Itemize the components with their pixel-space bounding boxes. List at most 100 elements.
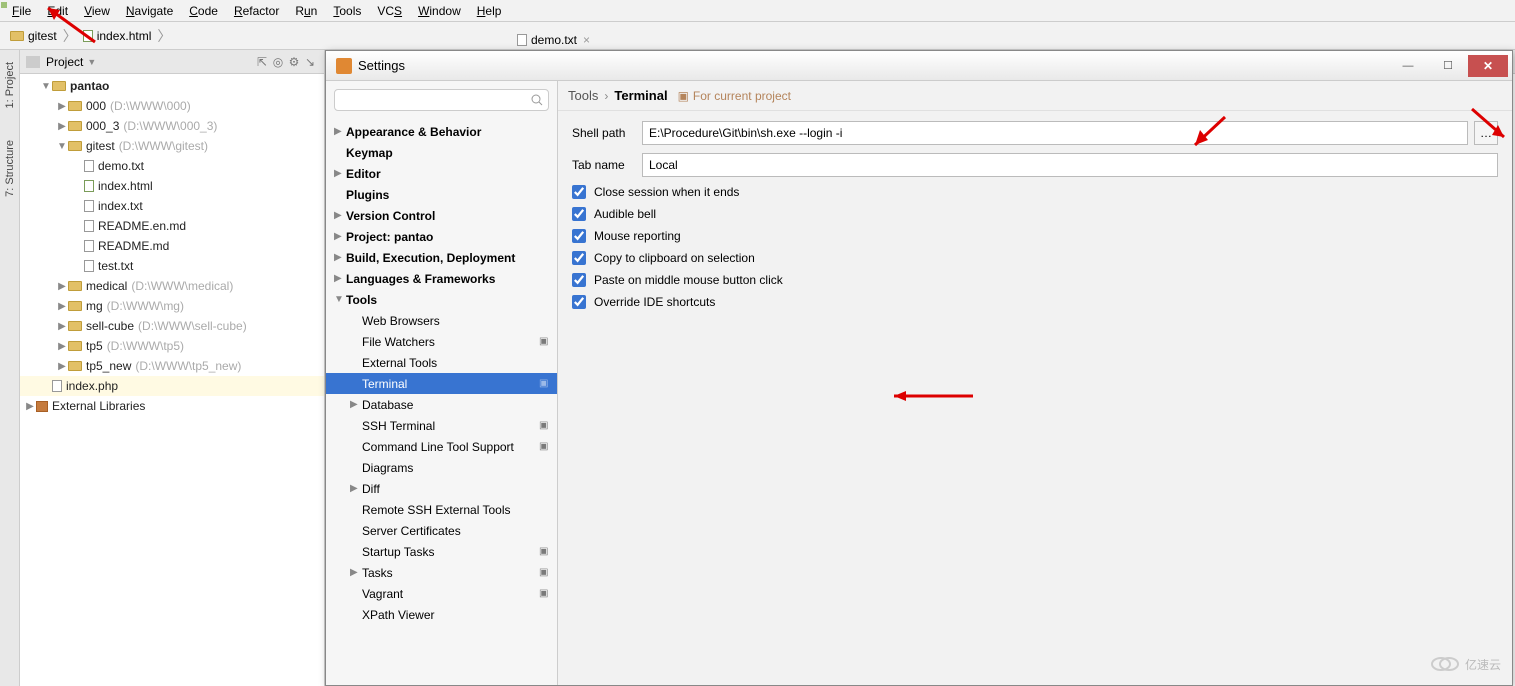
settings-nav-item[interactable]: Keymap: [326, 142, 557, 163]
chevron-right-icon[interactable]: ▶: [334, 210, 346, 221]
chevron-right-icon[interactable]: ▶: [24, 401, 36, 412]
settings-nav-item[interactable]: Terminal▣: [326, 373, 557, 394]
chevron-right-icon[interactable]: ▶: [350, 483, 362, 494]
settings-nav-item[interactable]: ▶Diff: [326, 478, 557, 499]
dialog-title-bar[interactable]: Settings: [326, 51, 1512, 81]
chevron-right-icon[interactable]: ▶: [56, 121, 68, 132]
settings-nav-item[interactable]: Server Certificates: [326, 520, 557, 541]
tree-item[interactable]: README.md: [20, 236, 324, 256]
menu-code[interactable]: Code: [181, 2, 226, 20]
checkbox-input[interactable]: [572, 273, 586, 287]
gear-icon[interactable]: ⚙: [286, 54, 302, 70]
tree-item[interactable]: ▶sell-cube(D:\WWW\sell-cube): [20, 316, 324, 336]
menu-edit[interactable]: Edit: [39, 2, 76, 20]
chevron-right-icon[interactable]: ▶: [334, 273, 346, 284]
chevron-down-icon[interactable]: ▼: [334, 294, 346, 305]
tree-item[interactable]: ▶tp5(D:\WWW\tp5): [20, 336, 324, 356]
tool-tab-project[interactable]: 1: Project: [2, 56, 18, 114]
settings-nav-item[interactable]: Plugins: [326, 184, 557, 205]
checkbox-row[interactable]: Mouse reporting: [572, 229, 1498, 243]
tree-item[interactable]: ▶medical(D:\WWW\medical): [20, 276, 324, 296]
chevron-right-icon[interactable]: ▶: [350, 567, 362, 578]
settings-nav-item[interactable]: ▶Tasks▣: [326, 562, 557, 583]
menu-refactor[interactable]: Refactor: [226, 2, 287, 20]
settings-nav-item[interactable]: ▶Project: pantao: [326, 226, 557, 247]
checkbox-input[interactable]: [572, 251, 586, 265]
settings-nav-item[interactable]: Vagrant▣: [326, 583, 557, 604]
browse-button[interactable]: …: [1474, 121, 1498, 145]
chevron-right-icon[interactable]: ▶: [56, 341, 68, 352]
menu-run[interactable]: Run: [287, 2, 325, 20]
checkbox-row[interactable]: Copy to clipboard on selection: [572, 251, 1498, 265]
checkbox-input[interactable]: [572, 185, 586, 199]
settings-nav-item[interactable]: ▶Database: [326, 394, 557, 415]
close-icon[interactable]: ×: [583, 33, 590, 47]
checkbox-input[interactable]: [572, 229, 586, 243]
collapse-all-icon[interactable]: ⇱: [254, 54, 270, 70]
chevron-down-icon[interactable]: ▼: [56, 141, 68, 152]
settings-nav-item[interactable]: Command Line Tool Support▣: [326, 436, 557, 457]
settings-nav-item[interactable]: ▶Appearance & Behavior: [326, 121, 557, 142]
shell-path-input[interactable]: [642, 121, 1468, 145]
checkbox-row[interactable]: Close session when it ends: [572, 185, 1498, 199]
chevron-right-icon[interactable]: ▶: [56, 321, 68, 332]
dropdown-icon[interactable]: ▼: [87, 57, 96, 67]
breadcrumb-file[interactable]: index.html: [79, 29, 156, 43]
menu-vcs[interactable]: VCS: [369, 2, 410, 20]
settings-nav-item[interactable]: Startup Tasks▣: [326, 541, 557, 562]
settings-nav-item[interactable]: ▶Languages & Frameworks: [326, 268, 557, 289]
settings-nav-item[interactable]: XPath Viewer: [326, 604, 557, 625]
tree-item[interactable]: demo.txt: [20, 156, 324, 176]
checkbox-row[interactable]: Override IDE shortcuts: [572, 295, 1498, 309]
crumb-tools[interactable]: Tools: [568, 88, 598, 103]
settings-nav-item[interactable]: File Watchers▣: [326, 331, 557, 352]
settings-nav-item[interactable]: Remote SSH External Tools: [326, 499, 557, 520]
tree-item[interactable]: ▶000(D:\WWW\000): [20, 96, 324, 116]
hide-icon[interactable]: ↘: [302, 54, 318, 70]
settings-nav-item[interactable]: ▼Tools: [326, 289, 557, 310]
settings-nav-item[interactable]: External Tools: [326, 352, 557, 373]
checkbox-input[interactable]: [572, 295, 586, 309]
chevron-right-icon[interactable]: ▶: [334, 231, 346, 242]
project-panel-title[interactable]: Project: [46, 55, 83, 69]
chevron-right-icon[interactable]: ▶: [334, 126, 346, 137]
tree-item[interactable]: ▶mg(D:\WWW\mg): [20, 296, 324, 316]
menu-file[interactable]: File: [4, 2, 39, 20]
tree-item[interactable]: ▶External Libraries: [20, 396, 324, 416]
settings-nav-item[interactable]: ▶Version Control: [326, 205, 557, 226]
settings-nav-item[interactable]: Diagrams: [326, 457, 557, 478]
menu-tools[interactable]: Tools: [325, 2, 369, 20]
settings-nav-item[interactable]: ▶Editor: [326, 163, 557, 184]
minimize-button[interactable]: [1388, 55, 1428, 77]
checkbox-row[interactable]: Paste on middle mouse button click: [572, 273, 1498, 287]
tree-item[interactable]: ▼gitest(D:\WWW\gitest): [20, 136, 324, 156]
checkbox-row[interactable]: Audible bell: [572, 207, 1498, 221]
menu-view[interactable]: View: [76, 2, 118, 20]
chevron-down-icon[interactable]: ▼: [40, 81, 52, 92]
chevron-right-icon[interactable]: ▶: [334, 168, 346, 179]
maximize-button[interactable]: [1428, 55, 1468, 77]
close-button[interactable]: [1468, 55, 1508, 77]
chevron-right-icon[interactable]: ▶: [334, 252, 346, 263]
target-icon[interactable]: ◎: [270, 54, 286, 70]
menu-window[interactable]: Window: [410, 2, 469, 20]
chevron-right-icon[interactable]: ▶: [56, 281, 68, 292]
settings-nav-item[interactable]: SSH Terminal▣: [326, 415, 557, 436]
checkbox-input[interactable]: [572, 207, 586, 221]
chevron-right-icon[interactable]: ▶: [56, 361, 68, 372]
tree-root[interactable]: ▼ pantao: [20, 76, 324, 96]
chevron-right-icon[interactable]: ▶: [56, 301, 68, 312]
tree-item[interactable]: index.txt: [20, 196, 324, 216]
tree-item[interactable]: test.txt: [20, 256, 324, 276]
tab-name-input[interactable]: [642, 153, 1498, 177]
breadcrumb-root[interactable]: gitest: [6, 29, 61, 43]
settings-search-input[interactable]: [334, 89, 549, 111]
tree-item[interactable]: ▶tp5_new(D:\WWW\tp5_new): [20, 356, 324, 376]
tree-item[interactable]: index.php: [20, 376, 324, 396]
editor-tab[interactable]: demo.txt ×: [509, 29, 639, 51]
chevron-right-icon[interactable]: ▶: [350, 399, 362, 410]
tool-tab-structure[interactable]: 7: Structure: [2, 134, 18, 203]
menu-navigate[interactable]: Navigate: [118, 2, 181, 20]
settings-nav-item[interactable]: ▶Build, Execution, Deployment: [326, 247, 557, 268]
tree-item[interactable]: ▶000_3(D:\WWW\000_3): [20, 116, 324, 136]
